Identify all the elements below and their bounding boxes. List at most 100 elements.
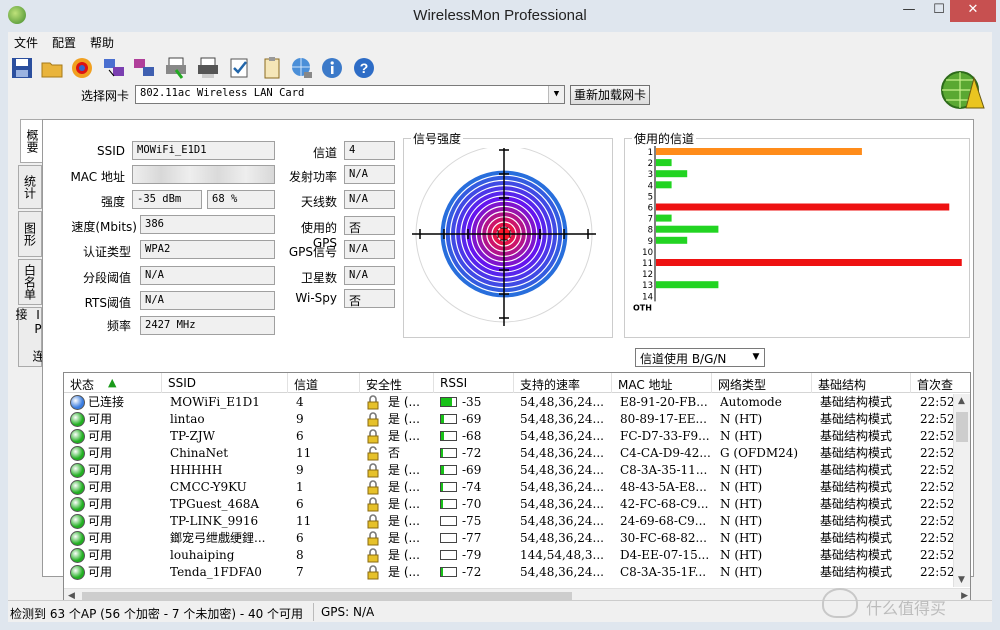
rates-cell: 54,48,36,24... bbox=[520, 429, 604, 443]
channel-bar bbox=[656, 214, 672, 222]
network-type-cell: Automode bbox=[720, 395, 782, 409]
infrastructure-cell: 基础结构模式 bbox=[820, 446, 893, 460]
rates-cell: 54,48,36,24... bbox=[520, 514, 604, 528]
ssid-cell: CMCC-Y9KU bbox=[170, 480, 247, 494]
speed-label: 速度(Mbits) bbox=[71, 220, 137, 234]
channel-tick-label: 8 bbox=[648, 226, 653, 236]
rssi-bar bbox=[440, 448, 457, 458]
main-window: 文件 配置 帮助 ? 选择网卡 802.11ac Wireless LAN Ca… bbox=[8, 32, 992, 622]
lock-icon bbox=[367, 548, 379, 563]
table-row[interactable]: 可用 鎯宠弓绁戲绠鋰... 6 是 (... -77 54,48,36,24... 30-F… bbox=[64, 530, 959, 547]
security-cell: 是 (... bbox=[388, 531, 420, 545]
channel-tick-label: 12 bbox=[642, 270, 653, 280]
adapter-select[interactable]: 802.11ac Wireless LAN Card ▼ bbox=[135, 85, 565, 104]
tab-summary[interactable]: 概要 bbox=[20, 119, 44, 163]
strength-pct-field: 68 % bbox=[207, 190, 275, 209]
table-row[interactable]: 可用 ChinaNet 11 否 -72 54,48,36,24... C4-CA-D9-4… bbox=[64, 445, 959, 462]
mac-cell: 48-43-5A-E8... bbox=[620, 480, 707, 494]
table-row[interactable]: 可用 CMCC-Y9KU 1 是 (... -74 54,48,36,24... 48-43… bbox=[64, 479, 959, 496]
antenna-field: N/A bbox=[344, 190, 395, 209]
chevron-down-icon[interactable]: ▼ bbox=[748, 349, 764, 366]
channel-filter-value: 信道使用 B/G/N bbox=[640, 352, 727, 366]
table-row[interactable]: 可用 HHHHH 9 是 (... -69 54,48,36,24... C8-3A-35-… bbox=[64, 462, 959, 479]
satellites-label: 卫星数 bbox=[300, 271, 337, 285]
scroll-down-icon[interactable]: ▼ bbox=[958, 575, 965, 585]
menu-config[interactable]: 配置 bbox=[52, 34, 76, 51]
close-button[interactable]: ✕ bbox=[950, 0, 996, 22]
status-cell: 已连接 bbox=[88, 395, 125, 409]
infrastructure-cell: 基础结构模式 bbox=[820, 548, 893, 562]
channel-filter-select[interactable]: 信道使用 B/G/N ▼ bbox=[635, 348, 765, 367]
column-header[interactable]: 首次查 bbox=[911, 373, 970, 393]
rssi-cell: -70 bbox=[462, 497, 482, 511]
column-header[interactable]: 支持的速率 bbox=[514, 373, 612, 393]
channel-bar bbox=[656, 236, 688, 244]
channel-bar bbox=[656, 181, 672, 189]
mac-cell: D4-EE-07-15... bbox=[620, 548, 710, 562]
channel-cell: 7 bbox=[296, 565, 304, 579]
security-cell: 是 (... bbox=[388, 480, 420, 494]
security-cell: 是 (... bbox=[388, 565, 420, 579]
print-icon[interactable] bbox=[164, 56, 188, 80]
tab-ip-connections[interactable]: IP 连接 bbox=[14, 307, 45, 367]
scroll-thumb[interactable] bbox=[956, 412, 968, 442]
column-header[interactable]: 网络类型 bbox=[712, 373, 812, 393]
channel-tick-label: 7 bbox=[648, 215, 653, 225]
column-header[interactable]: SSID bbox=[162, 373, 288, 393]
rates-cell: 54,48,36,24... bbox=[520, 480, 604, 494]
print-preview-icon[interactable] bbox=[196, 56, 220, 80]
mac-cell: 30-FC-68-82... bbox=[620, 531, 707, 545]
table-row[interactable]: 已连接 MOWiFi_E1D1 4 是 (... -35 54,48,36,24... E8… bbox=[64, 394, 959, 411]
minimize-button[interactable]: — bbox=[894, 0, 924, 22]
network-compare-icon[interactable] bbox=[132, 56, 156, 80]
satellites-field: N/A bbox=[344, 266, 395, 285]
rssi-bar bbox=[440, 499, 457, 509]
column-header[interactable]: 安全性 bbox=[360, 373, 434, 393]
adapter-value: 802.11ac Wireless LAN Card bbox=[140, 87, 305, 99]
rssi-cell: -79 bbox=[462, 548, 482, 562]
wispy-field: 否 bbox=[344, 289, 395, 308]
clipboard-icon[interactable] bbox=[260, 56, 284, 80]
tab-whitelist[interactable]: 白名单 bbox=[18, 259, 42, 305]
rssi-bar bbox=[440, 533, 457, 543]
network-monitor-icon[interactable] bbox=[102, 56, 126, 80]
ssid-cell: louhaiping bbox=[170, 548, 235, 562]
sort-ascending-icon[interactable]: ▲ bbox=[108, 376, 116, 389]
save-icon[interactable] bbox=[10, 56, 34, 80]
menu-help[interactable]: 帮助 bbox=[90, 34, 114, 51]
check-list-icon[interactable] bbox=[228, 56, 252, 80]
rssi-bar bbox=[440, 516, 457, 526]
info-icon[interactable] bbox=[320, 56, 344, 80]
column-header[interactable]: 基础结构 bbox=[812, 373, 911, 393]
table-row[interactable]: 可用 Tenda_1FDFA0 7 是 (... -72 54,48,36,24... C8… bbox=[64, 564, 959, 581]
tab-graph[interactable]: 图形 bbox=[18, 211, 42, 257]
network-type-cell: N (HT) bbox=[720, 429, 763, 443]
security-cell: 否 bbox=[388, 446, 401, 460]
column-header[interactable]: 信道 bbox=[288, 373, 360, 393]
menu-file[interactable]: 文件 bbox=[14, 34, 38, 51]
channel-cell: 4 bbox=[296, 395, 304, 409]
channel-field: 4 bbox=[344, 141, 395, 160]
tab-statistics[interactable]: 统计 bbox=[18, 165, 42, 209]
reload-adapter-button[interactable]: 重新加载网卡 bbox=[570, 85, 650, 105]
table-row[interactable]: 可用 TP-ZJW 6 是 (... -68 54,48,36,24... FC-D7-33… bbox=[64, 428, 959, 445]
ssid-cell: TPGuest_468A bbox=[170, 497, 260, 511]
table-row[interactable]: 可用 TPGuest_468A 6 是 (... -70 54,48,36,24... 42… bbox=[64, 496, 959, 513]
open-folder-icon[interactable] bbox=[40, 56, 64, 80]
rssi-bar bbox=[440, 567, 457, 577]
help-icon[interactable]: ? bbox=[352, 56, 376, 80]
table-row[interactable]: 可用 louhaiping 8 是 (... -79 144,54,48,3... D4-E… bbox=[64, 547, 959, 564]
security-cell: 是 (... bbox=[388, 395, 420, 409]
table-row[interactable]: 可用 TP-LINK_9916 11 是 (... -75 54,48,36,24... 2… bbox=[64, 513, 959, 530]
column-header[interactable]: RSSI bbox=[434, 373, 514, 393]
record-icon[interactable] bbox=[70, 56, 94, 80]
rssi-cell: -69 bbox=[462, 412, 482, 426]
scroll-up-icon[interactable]: ▲ bbox=[958, 396, 965, 406]
status-dot-icon bbox=[70, 395, 85, 410]
vertical-scrollbar[interactable]: ▲ ▼ bbox=[953, 394, 970, 587]
wispy-label: Wi-Spy bbox=[295, 291, 337, 305]
globe-connect-icon[interactable] bbox=[290, 56, 314, 80]
column-header[interactable]: MAC 地址 bbox=[612, 373, 712, 393]
table-row[interactable]: 可用 lintao 9 是 (... -69 54,48,36,24... 80-89-17… bbox=[64, 411, 959, 428]
chevron-down-icon[interactable]: ▼ bbox=[548, 86, 564, 103]
